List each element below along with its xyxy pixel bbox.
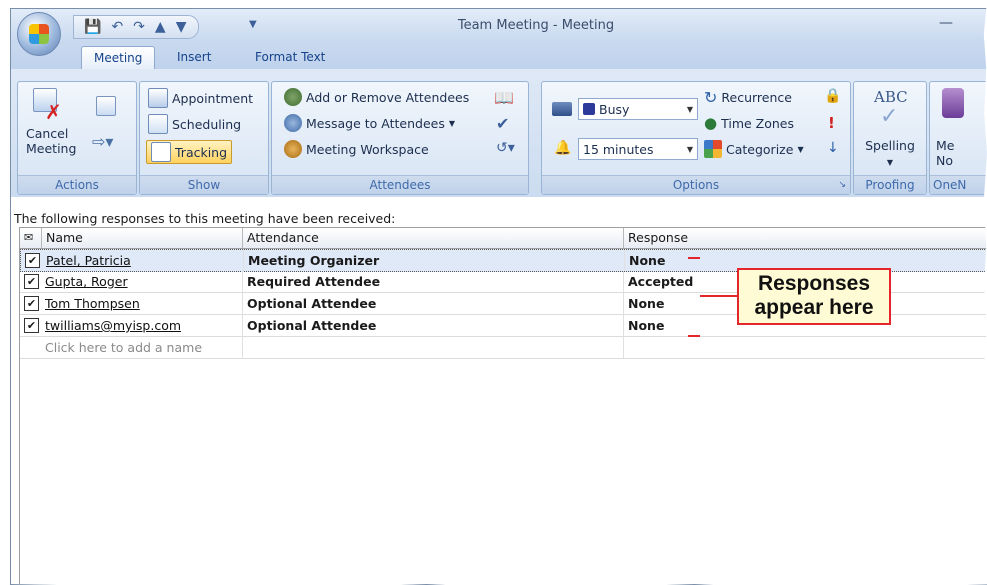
cancel-x-icon: ✗ (45, 100, 62, 124)
categorize-button[interactable]: Categorize ▼ (704, 140, 804, 158)
address-book-icon[interactable]: 📖 (494, 88, 514, 107)
reminder-select[interactable]: 15 minutes ▼ (578, 138, 698, 160)
group-label: Options ↘ (542, 175, 850, 194)
checkmark-icon: ✓ (880, 104, 899, 129)
high-importance-icon[interactable]: ! (828, 114, 835, 132)
time-zones-button[interactable]: ● Time Zones (704, 114, 794, 132)
tracking-button[interactable]: Tracking (146, 140, 233, 164)
office-logo-icon (29, 24, 49, 44)
table-header: ✉ Name Attendance Response (20, 228, 987, 249)
group-label: OneN (930, 175, 987, 194)
workspace-icon (284, 140, 302, 158)
group-label: Proofing (854, 175, 926, 194)
attendee-checkbox[interactable]: ✔ (24, 318, 39, 333)
column-attendance[interactable]: Attendance (242, 228, 623, 248)
recurrence-button[interactable]: ↻ Recurrence (704, 88, 792, 107)
column-response[interactable]: Response (623, 228, 987, 248)
empty-cell (623, 337, 987, 358)
forward-icon[interactable]: ⇨▾ (92, 132, 113, 151)
show-as-select[interactable]: Busy ▼ (578, 98, 698, 120)
group-actions: ✗ Cancel Meeting ⇨▾ Actions (17, 81, 137, 195)
low-importance-icon[interactable]: ↓ (827, 140, 839, 156)
reminder-bell-icon: 🔔 (554, 140, 572, 156)
ribbon-tabs: Meeting Insert Format Text (11, 43, 987, 71)
tracking-intro-text: The following responses to this meeting … (14, 211, 396, 226)
scheduling-icon (148, 114, 168, 134)
attendee-name[interactable]: twilliams@myisp.com (41, 315, 240, 336)
add-name-field[interactable]: Click here to add a name (41, 337, 240, 358)
attendee-name[interactable]: Gupta, Roger (41, 271, 240, 292)
attendee-checkbox[interactable]: ✔ (24, 274, 39, 289)
attendance-cell[interactable]: Optional Attendee (242, 315, 623, 336)
tab-insert[interactable]: Insert (177, 50, 211, 64)
scheduling-button[interactable]: Scheduling (148, 114, 241, 134)
empty-cell (242, 337, 623, 358)
show-as-icon (552, 102, 572, 116)
column-name[interactable]: Name (41, 228, 241, 248)
cancel-meeting-button[interactable]: Cancel Meeting (26, 126, 76, 156)
add-name-row[interactable]: Click here to add a name (20, 337, 987, 359)
attendance-cell[interactable]: Meeting Organizer (243, 250, 624, 271)
meeting-workspace-button[interactable]: Meeting Workspace (284, 140, 429, 158)
tracking-icon (151, 142, 171, 162)
attendee-checkbox[interactable]: ✔ (25, 253, 40, 268)
dialog-launcher-icon[interactable]: ↘ (838, 176, 846, 194)
tab-meeting[interactable]: Meeting (81, 46, 156, 71)
group-label: Actions (18, 175, 136, 194)
onenote-icon (942, 88, 964, 118)
spelling-button[interactable]: Spelling ▼ (862, 138, 918, 170)
tracking-pane: The following responses to this meeting … (11, 201, 987, 584)
callout-bracket (688, 257, 700, 337)
appointment-button[interactable]: Appointment (148, 88, 253, 108)
attendee-name[interactable]: Patel, Patricia (42, 250, 241, 271)
check-names-icon[interactable]: ✔ (496, 114, 509, 133)
meeting-notes-button[interactable]: Me No (936, 138, 976, 168)
message-icon (284, 114, 302, 132)
busy-color-icon (583, 103, 595, 115)
globe-icon: ● (704, 114, 718, 132)
chevron-down-icon: ▼ (797, 144, 804, 154)
group-label: Show (140, 175, 268, 194)
group-options: Busy ▼ 🔔 15 minutes ▼ ↻ Recurrence ● Time Zo… (541, 81, 851, 195)
find-icon[interactable] (96, 96, 116, 116)
tab-format-text[interactable]: Format Text (255, 50, 325, 64)
group-attendees: Add or Remove Attendees Message to Atten… (271, 81, 529, 195)
group-onenote: Me No OneN (929, 81, 987, 195)
response-options-icon[interactable]: ↺▾ (496, 140, 515, 156)
title-bar: 💾 ↶ ↷ ▲ ▼ ▼ Team Meeting - Meeting — (11, 9, 987, 56)
add-remove-attendees-button[interactable]: Add or Remove Attendees (284, 88, 469, 106)
attendee-name[interactable]: Tom Thompsen (41, 293, 240, 314)
recurrence-icon: ↻ (704, 88, 718, 107)
attendance-cell[interactable]: Optional Attendee (242, 293, 623, 314)
message-to-attendees-button[interactable]: Message to Attendees ▼ (284, 114, 455, 132)
ribbon: ✗ Cancel Meeting ⇨▾ Actions Appointment S… (11, 69, 987, 197)
private-lock-icon[interactable]: 🔒 (824, 88, 841, 104)
window-title: Team Meeting - Meeting (457, 18, 615, 33)
people-icon (284, 88, 302, 106)
attendee-checkbox[interactable]: ✔ (24, 296, 39, 311)
attendance-cell[interactable]: Required Attendee (242, 271, 623, 292)
categorize-icon (704, 140, 722, 158)
group-proofing: ABC ✓ Spelling ▼ Proofing (853, 81, 927, 195)
office-button[interactable] (17, 12, 61, 56)
chevron-down-icon: ▼ (448, 118, 456, 128)
appointment-icon (148, 88, 168, 108)
callout-connector (700, 295, 737, 297)
group-label: Attendees (272, 175, 528, 194)
minimize-icon[interactable]: — (939, 15, 953, 31)
responses-callout: Responses appear here (737, 268, 891, 325)
group-show: Appointment Scheduling Tracking Show (139, 81, 269, 195)
